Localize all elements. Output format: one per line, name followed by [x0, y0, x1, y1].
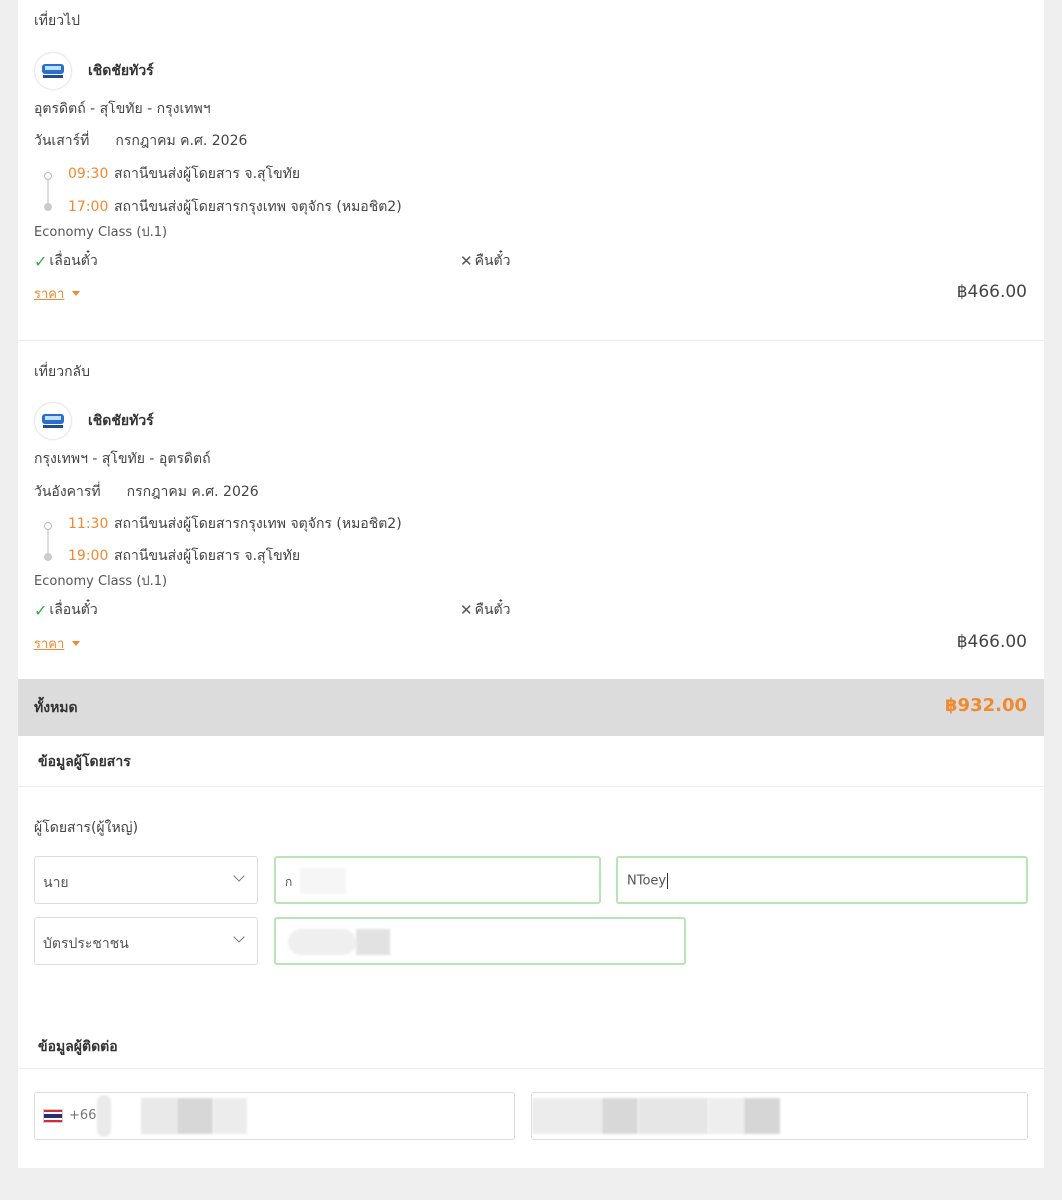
trip-direction-label: เที่ยวกลับ [34, 364, 91, 380]
redacted-block [602, 1098, 638, 1134]
route-text: อุตรดิตถ์ - สุโขทัย - กรุงเทพฯ [34, 101, 211, 117]
total-price: ฿932.00 [945, 695, 1027, 716]
redacted-block [744, 1098, 780, 1134]
travel-date: วันอังคารที่ กรกฎาคม ค.ศ. 2026 [34, 481, 259, 503]
redacted-block [288, 929, 356, 955]
redacted-block [97, 1095, 111, 1137]
route-text: กรุงเทพฯ - สุโขทัย - อุตรดิตถ์ [34, 451, 211, 467]
trip-price: ฿466.00 [956, 282, 1027, 302]
timeline-line [47, 526, 49, 556]
seat-class: Economy Class (ป.1) [34, 574, 168, 589]
last-name-value: NToey [627, 873, 669, 889]
redacted-block [177, 1098, 213, 1134]
thailand-flag-icon [43, 1109, 63, 1123]
passenger-section-title: ข้อมูลผู้โดยสาร [38, 754, 131, 770]
price-details-toggle[interactable]: ราคา [34, 283, 81, 304]
bus-company-logo-icon [34, 52, 72, 90]
operator-name: เชิดชัยทัวร์ [88, 63, 154, 79]
departure-place: สถานีขนส่งผู้โดยสาร จ.สุโขทัย [114, 166, 301, 182]
price-link-label: ราคา [34, 287, 65, 302]
departure-time: 09:30 [68, 166, 109, 182]
first-name-value: ก [285, 875, 293, 889]
redacted-block [708, 1098, 744, 1134]
redacted-block [356, 929, 390, 955]
price-details-toggle[interactable]: ราคา [34, 633, 81, 654]
country-code: +66 [69, 1108, 97, 1123]
last-name-input[interactable]: NToey [616, 856, 1028, 904]
refund-ticket-label: คืนตั๋ว [474, 253, 511, 269]
change-ticket-feature: ✓ เลื่อนตั๋ว [34, 599, 98, 621]
id-number-input[interactable] [274, 917, 686, 965]
refund-ticket-feature: ✕ คืนตั๋ว [460, 599, 510, 621]
change-ticket-feature: ✓ เลื่อนตั๋ว [34, 250, 98, 272]
timeline-end-dot-icon [44, 203, 52, 211]
caret-down-icon [72, 641, 81, 646]
redacted-block [638, 1098, 708, 1134]
id-type-select[interactable]: บัตรประชาชน [34, 917, 258, 965]
seat-class: Economy Class (ป.1) [34, 225, 168, 240]
timeline-start-dot-icon [44, 522, 52, 530]
change-ticket-label: เลื่อนตั๋ว [49, 253, 98, 269]
redacted-block [213, 1098, 247, 1134]
refund-ticket-label: คืนตั๋ว [474, 602, 511, 618]
operator-name: เชิดชัยทัวร์ [88, 413, 154, 429]
arrival-place: สถานีขนส่งผู้โดยสารกรุงเทพ จตุจักร (หมอช… [114, 199, 402, 215]
email-input[interactable] [531, 1092, 1028, 1140]
timeline-start-dot-icon [44, 172, 52, 180]
passenger-type-label: ผู้โดยสาร(ผู้ใหญ่) [34, 820, 139, 836]
title-select[interactable]: นาย [34, 856, 258, 904]
booking-summary-page: เที่ยวไป เชิดชัยทัวร์ อุตรดิตถ์ - สุโขทั… [18, 0, 1044, 1168]
redacted-block [532, 1098, 602, 1134]
timeline-line [47, 176, 49, 206]
departure-time: 11:30 [68, 516, 109, 532]
operator: เชิดชัยทัวร์ [34, 52, 154, 90]
date-weekday: วันเสาร์ที่ [34, 133, 90, 149]
total-label: ทั้งหมด [34, 700, 78, 716]
chevron-down-icon [233, 870, 245, 882]
refund-ticket-feature: ✕ คืนตั๋ว [460, 250, 510, 272]
timeline-end-dot-icon [44, 553, 52, 561]
first-name-input[interactable]: ก [274, 856, 601, 904]
change-ticket-label: เลื่อนตั๋ว [49, 602, 98, 618]
bus-company-logo-icon [34, 402, 72, 440]
trip-direction-label: เที่ยวไป [34, 13, 81, 29]
phone-input[interactable]: +66 [34, 1092, 515, 1140]
operator: เชิดชัยทัวร์ [34, 402, 154, 440]
return-trip-card: เที่ยวกลับ เชิดชัยทัวร์ กรุงเทพฯ - สุโขท… [18, 340, 1044, 679]
date-weekday: วันอังคารที่ [34, 484, 101, 500]
travel-date: วันเสาร์ที่ กรกฎาคม ค.ศ. 2026 [34, 130, 247, 152]
cross-icon: ✕ [460, 601, 473, 619]
arrival-stop: 17:00 สถานีขนส่งผู้โดยสารกรุงเทพ จตุจักร … [68, 196, 402, 218]
total-bar: ทั้งหมด ฿932.00 [18, 679, 1044, 736]
contact-section-title: ข้อมูลผู้ติดต่อ [38, 1039, 118, 1055]
cross-icon: ✕ [460, 252, 473, 270]
arrival-stop: 19:00 สถานีขนส่งผู้โดยสาร จ.สุโขทัย [68, 545, 300, 567]
date-month-year: กรกฎาคม ค.ศ. 2026 [115, 133, 248, 149]
caret-down-icon [72, 291, 81, 296]
date-month-year: กรกฎาคม ค.ศ. 2026 [126, 484, 259, 500]
price-link-label: ราคา [34, 637, 65, 652]
divider [18, 1068, 1044, 1069]
departure-stop: 11:30 สถานีขนส่งผู้โดยสารกรุงเทพ จตุจักร … [68, 513, 402, 535]
redacted-block [141, 1098, 177, 1134]
redacted-block [300, 868, 346, 894]
check-icon: ✓ [34, 251, 48, 271]
divider [18, 786, 1044, 787]
arrival-time: 19:00 [68, 548, 109, 564]
arrival-place: สถานีขนส่งผู้โดยสาร จ.สุโขทัย [114, 548, 301, 564]
departure-stop: 09:30 สถานีขนส่งผู้โดยสาร จ.สุโขทัย [68, 163, 300, 185]
check-icon: ✓ [34, 600, 48, 620]
chevron-down-icon [233, 931, 245, 943]
departure-place: สถานีขนส่งผู้โดยสารกรุงเทพ จตุจักร (หมอช… [114, 516, 402, 532]
arrival-time: 17:00 [68, 199, 109, 215]
outbound-trip-card: เที่ยวไป เชิดชัยทัวร์ อุตรดิตถ์ - สุโขทั… [18, 0, 1044, 340]
title-select-value: นาย [43, 875, 69, 891]
id-type-value: บัตรประชาชน [43, 936, 129, 952]
trip-price: ฿466.00 [956, 632, 1027, 652]
